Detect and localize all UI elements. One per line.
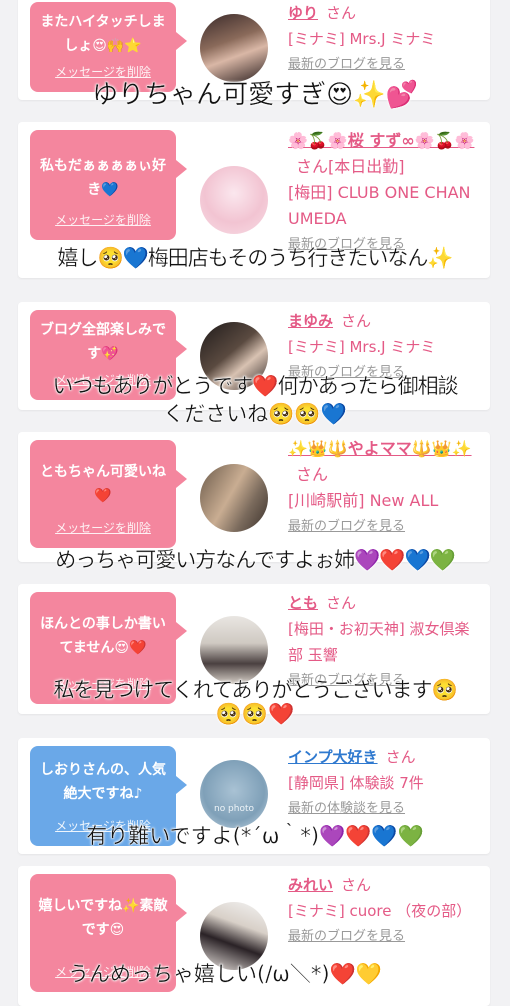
caption-overlay: めっちゃ可愛い方なんですよぉ姉💜❤️💙💚 xyxy=(55,548,456,572)
shop-info: [静岡県] 体験談 7件 xyxy=(288,774,424,792)
shop-info: [ミナミ] Mrs.J ミナミ xyxy=(288,338,436,356)
honorific: さん xyxy=(326,4,357,22)
user-info: ゆり さん [ミナミ] Mrs.J ミナミ 最新のブログを見る xyxy=(288,0,482,78)
message-card: ともちゃん可愛いね❤️ メッセージを削除 ✨👑🔱やよママ🔱👑✨ さん [川崎駅前]… xyxy=(18,432,490,562)
latest-experience-link[interactable]: 最新の体験談を見る xyxy=(288,796,482,822)
user-name-link[interactable]: 🌸🍒🌸桜 すず∞🌸🍒🌸 xyxy=(288,131,474,150)
honorific: さん xyxy=(296,465,329,484)
user-name-link[interactable]: まゆみ xyxy=(288,312,333,330)
latest-blog-link[interactable]: 最新のブログを見る xyxy=(288,924,482,950)
honorific: さん[本日出勤] xyxy=(296,157,405,176)
caption-overlay: くださいね🥺🥺💙 xyxy=(163,402,347,426)
user-name-link[interactable]: みれい xyxy=(288,876,333,894)
message-bubble: 私もだぁぁぁぁぃ好き💙 メッセージを削除 xyxy=(30,130,187,240)
user-name-link[interactable]: インプ大好き xyxy=(288,748,378,766)
user-info: ✨👑🔱やよママ🔱👑✨ さん [川崎駅前] New ALL 最新のブログを見る xyxy=(288,436,482,540)
message-text: しおりさんの、人気絶大ですね♪ xyxy=(40,762,166,802)
user-name-link[interactable]: とも xyxy=(288,594,318,612)
caption-overlay: ゆりちゃん可愛すぎ😍✨💕 xyxy=(92,80,418,110)
latest-blog-link[interactable]: 最新のブログを見る xyxy=(288,514,482,540)
caption-overlay: 嬉し🥺💙梅田店もそのうち行きたいなん✨ xyxy=(57,246,453,270)
shop-info: [ミナミ] Mrs.J ミナミ xyxy=(288,30,436,48)
message-text: ともちゃん可愛いね❤️ xyxy=(40,464,166,504)
caption-overlay: 有り難いですよ(*´ω｀*)💜❤️💙💚 xyxy=(86,824,424,848)
user-info: 🌸🍒🌸桜 すず∞🌸🍒🌸 さん[本日出勤] [梅田] CLUB ONE CHAN U… xyxy=(288,128,482,258)
delete-message-link[interactable]: メッセージを削除 xyxy=(30,208,176,232)
delete-message-link[interactable]: メッセージを削除 xyxy=(30,516,176,540)
avatar[interactable] xyxy=(200,464,268,532)
no-photo-label: no photo xyxy=(213,804,255,814)
honorific: さん xyxy=(341,312,372,330)
honorific: さん xyxy=(385,748,416,766)
avatar[interactable] xyxy=(200,14,268,82)
caption-overlay: うんめっちゃ嬉しい(/ω＼*)❤️💛 xyxy=(68,962,382,986)
message-text: 私もだぁぁぁぁぃ好き💙 xyxy=(40,158,166,198)
user-info: インプ大好き さん [静岡県] 体験談 7件 最新の体験談を見る xyxy=(288,744,482,822)
avatar[interactable]: no photo xyxy=(200,760,268,828)
caption-overlay: 🥺🥺❤️ xyxy=(215,702,295,726)
message-text: またハイタッチしましょ😍🙌⭐ xyxy=(40,14,166,54)
message-text: ほんとの事しか書いてません😍❤️ xyxy=(40,616,166,656)
honorific: さん xyxy=(326,594,357,612)
user-info: みれい さん [ミナミ] cuore （夜の部） 最新のブログを見る xyxy=(288,872,482,950)
message-bubble: ともちゃん可愛いね❤️ メッセージを削除 xyxy=(30,440,187,548)
shop-info: [ミナミ] cuore （夜の部） xyxy=(288,902,472,920)
message-text: ブログ全部楽しみです💖 xyxy=(40,322,166,362)
caption-overlay: いつもありがとうです❤️何かあったら御相談 xyxy=(52,374,458,398)
user-name-link[interactable]: ゆり xyxy=(288,4,318,22)
user-name-link[interactable]: ✨👑🔱やよママ🔱👑✨ xyxy=(288,439,472,458)
shop-info: [梅田・お初天神] 淑女倶楽部 玉響 xyxy=(288,620,470,664)
shop-info: [川崎駅前] New ALL xyxy=(288,491,439,510)
avatar[interactable] xyxy=(200,166,268,234)
honorific: さん xyxy=(341,876,372,894)
caption-overlay: 私を見つけてくれてありがとうございます🥺 xyxy=(53,678,458,702)
shop-info: [梅田] CLUB ONE CHAN UMEDA xyxy=(288,183,471,228)
message-text: 嬉しいですね✨素敵です😍 xyxy=(38,898,168,938)
